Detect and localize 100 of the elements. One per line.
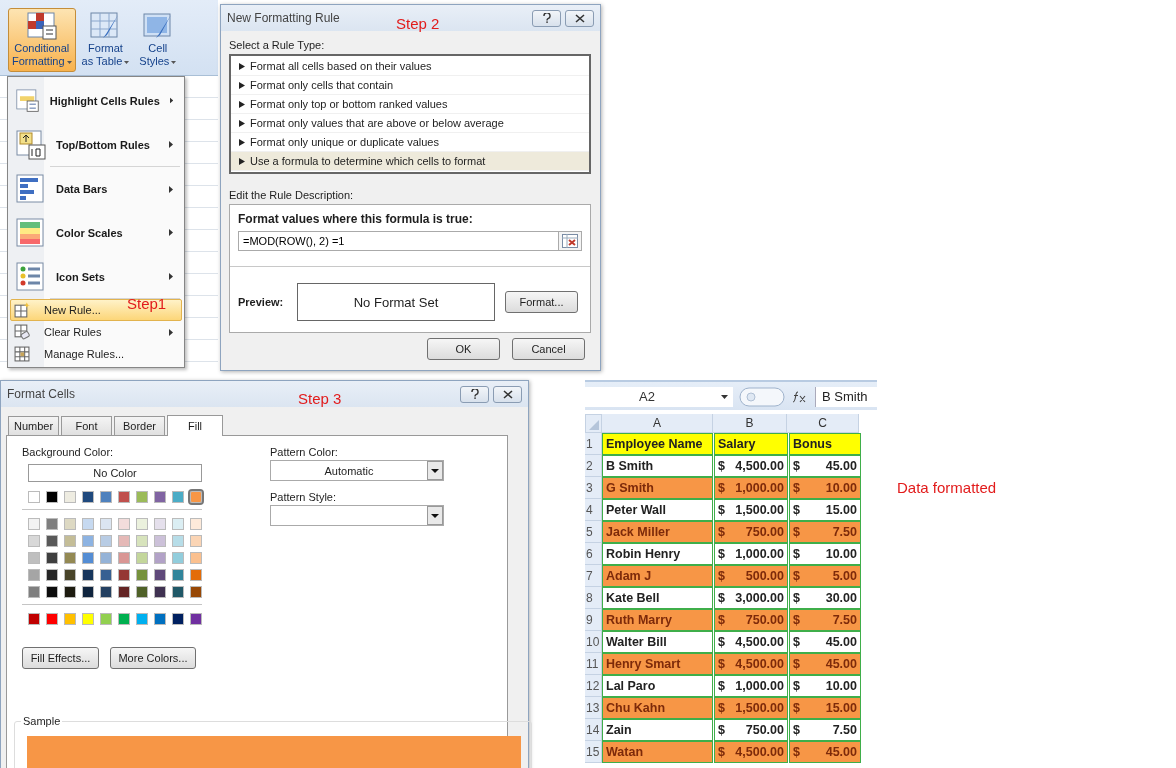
- rule-type-item[interactable]: Format all cells based on their values: [231, 57, 589, 76]
- name-box[interactable]: A2: [585, 386, 733, 407]
- color-swatch[interactable]: [82, 569, 94, 581]
- color-swatch[interactable]: [100, 518, 112, 530]
- color-swatch[interactable]: [190, 613, 202, 625]
- color-swatch[interactable]: [28, 491, 40, 503]
- color-swatch[interactable]: [136, 535, 148, 547]
- color-swatch[interactable]: [118, 586, 130, 598]
- format-button[interactable]: Format...: [505, 291, 578, 313]
- color-swatch[interactable]: [64, 586, 76, 598]
- color-swatch[interactable]: [28, 613, 40, 625]
- color-swatch[interactable]: [118, 552, 130, 564]
- row-header[interactable]: 2: [585, 455, 602, 477]
- color-swatch[interactable]: [28, 535, 40, 547]
- formula-bar[interactable]: B Smith: [815, 386, 877, 407]
- color-swatch[interactable]: [154, 613, 166, 625]
- color-swatch[interactable]: [190, 491, 202, 503]
- color-swatch[interactable]: [46, 518, 58, 530]
- no-color-button[interactable]: No Color: [28, 464, 202, 482]
- row-header[interactable]: 11: [585, 653, 602, 675]
- ribbon-button[interactable]: Cell Styles: [135, 8, 181, 72]
- tab[interactable]: Number: [8, 416, 59, 435]
- color-swatch[interactable]: [28, 518, 40, 530]
- row-header[interactable]: 7: [585, 565, 602, 587]
- color-swatch[interactable]: [64, 569, 76, 581]
- tab[interactable]: Border: [114, 416, 165, 435]
- color-swatch[interactable]: [28, 552, 40, 564]
- color-swatch[interactable]: [118, 569, 130, 581]
- color-swatch[interactable]: [82, 518, 94, 530]
- formula-field[interactable]: =MOD(ROW(), 2) =1: [238, 231, 558, 251]
- color-swatch[interactable]: [118, 518, 130, 530]
- color-swatch[interactable]: [82, 535, 94, 547]
- color-swatch[interactable]: [136, 586, 148, 598]
- rule-type-item[interactable]: Format only cells that contain: [231, 76, 589, 95]
- row-header[interactable]: 8: [585, 587, 602, 609]
- color-swatch[interactable]: [118, 535, 130, 547]
- help-button[interactable]: [532, 9, 561, 27]
- menu-item[interactable]: Highlight Cells Rules: [10, 79, 182, 123]
- color-swatch[interactable]: [154, 586, 166, 598]
- color-swatch[interactable]: [154, 518, 166, 530]
- color-swatch[interactable]: [64, 518, 76, 530]
- color-swatch[interactable]: [172, 491, 184, 503]
- color-swatch[interactable]: [64, 552, 76, 564]
- help-button[interactable]: [460, 385, 489, 403]
- color-swatch[interactable]: [64, 613, 76, 625]
- pattern-style-dropdown[interactable]: [270, 505, 444, 526]
- menu-item[interactable]: Color Scales: [10, 211, 182, 255]
- range-select-button[interactable]: [558, 231, 582, 251]
- menu-item[interactable]: Data Bars: [10, 167, 182, 211]
- color-swatch[interactable]: [190, 569, 202, 581]
- color-swatch[interactable]: [100, 491, 112, 503]
- row-header[interactable]: 5: [585, 521, 602, 543]
- color-swatch[interactable]: [136, 518, 148, 530]
- color-swatch[interactable]: [100, 552, 112, 564]
- color-swatch[interactable]: [172, 586, 184, 598]
- ribbon-button[interactable]: Conditional Formatting: [8, 8, 76, 72]
- pattern-color-dropdown[interactable]: Automatic: [270, 460, 444, 481]
- color-swatch[interactable]: [64, 491, 76, 503]
- more-colors-button[interactable]: More Colors...: [110, 647, 196, 669]
- color-swatch[interactable]: [172, 535, 184, 547]
- row-header[interactable]: 1: [585, 433, 602, 455]
- color-swatch[interactable]: [100, 569, 112, 581]
- color-swatch[interactable]: [46, 586, 58, 598]
- color-swatch[interactable]: [154, 552, 166, 564]
- row-header[interactable]: 9: [585, 609, 602, 631]
- close-button[interactable]: [493, 385, 522, 403]
- color-swatch[interactable]: [46, 491, 58, 503]
- color-swatch[interactable]: [82, 586, 94, 598]
- ok-button[interactable]: OK: [427, 338, 500, 360]
- color-swatch[interactable]: [28, 586, 40, 598]
- color-swatch[interactable]: [136, 613, 148, 625]
- color-swatch[interactable]: [46, 535, 58, 547]
- color-swatch[interactable]: [82, 613, 94, 625]
- color-swatch[interactable]: [82, 491, 94, 503]
- select-all-corner[interactable]: [585, 414, 602, 433]
- expand-handle-icon[interactable]: [739, 386, 785, 407]
- tab[interactable]: Fill: [167, 415, 223, 436]
- menu-item[interactable]: Top/Bottom Rules: [10, 122, 182, 167]
- color-swatch[interactable]: [100, 586, 112, 598]
- color-swatch[interactable]: [190, 552, 202, 564]
- row-header[interactable]: 3: [585, 477, 602, 499]
- rule-type-item[interactable]: Format only top or bottom ranked values: [231, 95, 589, 114]
- cancel-button[interactable]: Cancel: [512, 338, 585, 360]
- color-swatch[interactable]: [64, 535, 76, 547]
- ribbon-button[interactable]: Format as Table: [77, 8, 134, 72]
- rule-type-item[interactable]: Format only values that are above or below average: [231, 114, 589, 133]
- row-header[interactable]: 10: [585, 631, 602, 653]
- column-header[interactable]: C: [787, 414, 859, 433]
- tab[interactable]: Font: [61, 416, 112, 435]
- color-swatch[interactable]: [46, 569, 58, 581]
- color-swatch[interactable]: [136, 491, 148, 503]
- color-swatch[interactable]: [118, 613, 130, 625]
- column-header[interactable]: A: [602, 414, 713, 433]
- color-swatch[interactable]: [100, 613, 112, 625]
- color-swatch[interactable]: [28, 569, 40, 581]
- color-swatch[interactable]: [172, 613, 184, 625]
- fill-effects-button[interactable]: Fill Effects...: [22, 647, 99, 669]
- color-swatch[interactable]: [46, 613, 58, 625]
- column-header[interactable]: B: [713, 414, 787, 433]
- row-header[interactable]: 13: [585, 697, 602, 719]
